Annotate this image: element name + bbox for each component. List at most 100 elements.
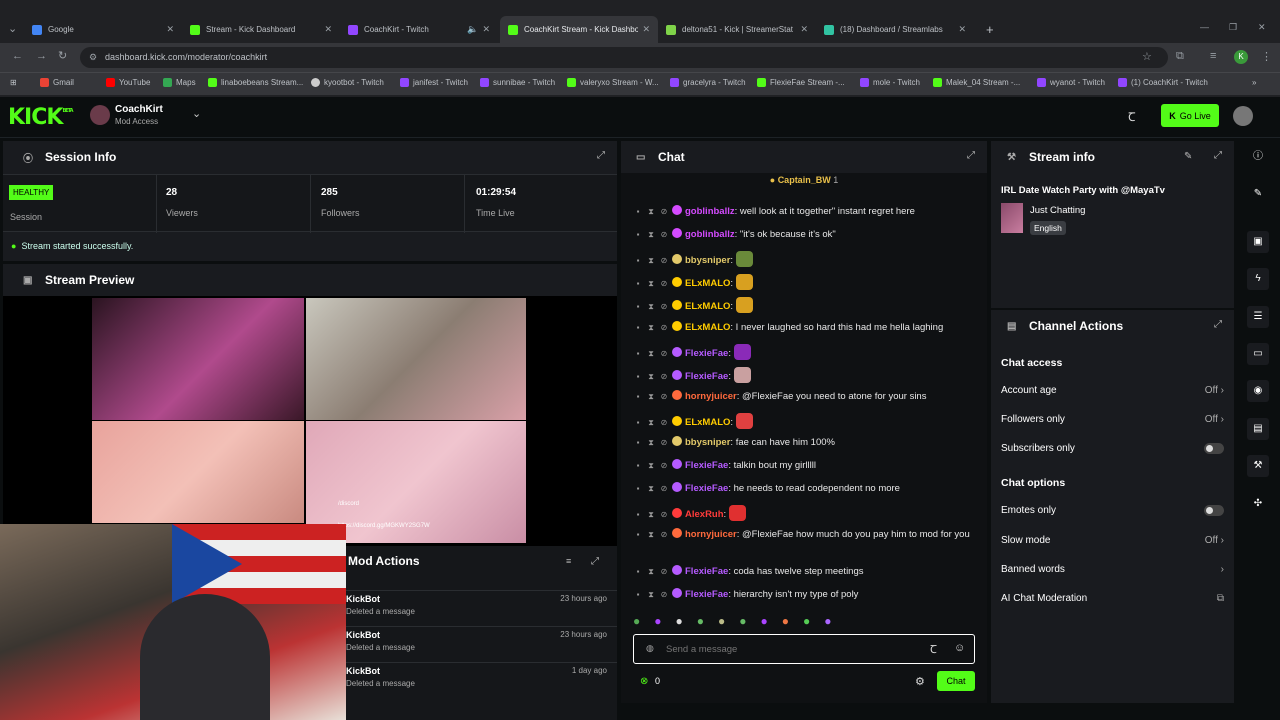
mute-icon[interactable]: 🔈 [467,24,478,35]
info-icon[interactable]: ⓘ [1247,146,1269,168]
chat-username[interactable]: ELxMALO [685,417,730,428]
delete-icon[interactable]: ▪ [633,459,643,472]
delete-icon[interactable]: ▪ [633,254,643,267]
emotes-only-toggle[interactable] [1204,505,1224,516]
delete-icon[interactable]: ▪ [633,390,643,403]
timeout-icon[interactable]: ⧗ [646,300,656,313]
bookmark-gmail[interactable]: Gmail [40,78,74,87]
tab-active-kick[interactable]: CoachKirt Stream - Kick Dashbo ✕ [500,16,658,43]
chat-username[interactable]: FlexieFae [685,460,728,471]
ban-icon[interactable]: ⊘ [659,370,669,383]
ban-icon[interactable]: ⊘ [659,528,669,541]
edit-icon[interactable]: ✎ [1184,151,1192,162]
ban-icon[interactable]: ⊘ [659,436,669,449]
bookmark-9[interactable]: Malek_04 Stream -... [933,78,1020,87]
extensions-icon[interactable]: ⧉ [1176,50,1184,63]
chat-username[interactable]: ELxMALO [685,301,730,312]
ban-icon[interactable]: ⊘ [659,254,669,267]
delete-icon[interactable]: ▪ [633,321,643,334]
bookmark-1[interactable]: linaboebeans Stream... [208,78,303,87]
chat-username[interactable]: FlexieFae [685,566,728,577]
chat-username[interactable]: bbysniper [685,255,730,266]
emote-icon[interactable]: ● [718,614,739,628]
bookmark-10[interactable]: wyanot - Twitch [1037,78,1105,87]
translate-icon[interactable]: Ꞇ [1128,108,1136,125]
ban-icon[interactable]: ⊘ [659,228,669,241]
close-icon[interactable]: ✕ [958,24,966,35]
expand-icon[interactable]: ⤢ [967,150,975,161]
slow-mode-row[interactable]: Slow mode Off › [1001,535,1224,546]
timeout-icon[interactable]: ⧗ [646,390,656,403]
bookmark-4[interactable]: sunnibae - Twitch [480,78,555,87]
wrench-icon[interactable]: ⚒ [1247,455,1269,477]
send-chat-button[interactable]: Chat [937,671,975,691]
delete-icon[interactable]: ▪ [633,205,643,218]
list-icon[interactable]: ☰ [1247,306,1269,328]
ai-moderation-row[interactable]: AI Chat Moderation ⧉ [1001,593,1224,604]
ban-icon[interactable]: ⊘ [659,565,669,578]
close-icon[interactable]: ✕ [324,24,332,35]
user-avatar[interactable] [1233,106,1253,126]
channel-dropdown-icon[interactable]: ⌄ [192,107,201,120]
timeout-icon[interactable]: ⧗ [646,588,656,601]
ban-icon[interactable]: ⊘ [659,300,669,313]
chat-username[interactable]: FlexieFae [685,589,728,600]
close-icon[interactable]: ✕ [642,24,650,35]
emote-icon[interactable]: ● [782,614,803,628]
delete-icon[interactable]: ▪ [633,300,643,313]
chat-username[interactable]: hornyjuicer [685,391,737,402]
timeout-icon[interactable]: ⧗ [646,347,656,360]
chat-username[interactable]: FlexieFae [685,483,728,494]
emote-icon[interactable]: ● [761,614,782,628]
chat-username[interactable]: hornyjuicer [685,529,737,540]
delete-icon[interactable]: ▪ [633,416,643,429]
tab-google[interactable]: Google ✕ [24,16,182,43]
delete-icon[interactable]: ▪ [633,565,643,578]
delete-icon[interactable]: ▪ [633,508,643,521]
timeout-icon[interactable]: ⧗ [646,254,656,267]
chat-username[interactable]: ELxMALO [685,278,730,289]
ban-icon[interactable]: ⊘ [659,416,669,429]
bookmark-3[interactable]: janifest - Twitch [400,78,468,87]
timeout-icon[interactable]: ⧗ [646,416,656,429]
chat-username[interactable]: FlexieFae [685,371,728,382]
subscribers-only-toggle[interactable] [1204,443,1224,454]
bookmark-maps[interactable]: Maps [163,78,196,87]
apps-icon[interactable]: ⊞ [10,78,17,87]
chat-username[interactable]: goblinballz [685,229,735,240]
bookmark-11[interactable]: (1) CoachKirt - Twitch [1118,78,1208,87]
chat-username[interactable]: ELxMALO [685,322,730,333]
chat-username[interactable]: goblinballz [685,206,735,217]
timeout-icon[interactable]: ⧗ [646,565,656,578]
chat-username[interactable]: AlexRuh [685,509,724,520]
bookmark-5[interactable]: valeryxo Stream - W... [567,78,659,87]
profile-avatar[interactable]: K [1234,50,1248,64]
followers-only-row[interactable]: Followers only Off › [1001,414,1224,425]
bookmark-6[interactable]: gracelyra - Twitch [670,78,746,87]
emoji-icon[interactable]: ☺ [954,642,965,654]
timeout-icon[interactable]: ⧗ [646,436,656,449]
timeout-icon[interactable]: ⧗ [646,459,656,472]
ban-icon[interactable]: ⊘ [659,459,669,472]
tab-twitch[interactable]: CoachKirt - Twitch 🔈 ✕ [340,16,498,43]
chat-username[interactable]: bbysniper [685,437,730,448]
emote-bar[interactable]: ●●●●●●●●●● [633,614,973,632]
bookmark-youtube[interactable]: YouTube [106,78,150,87]
close-icon[interactable]: ✕ [166,24,174,35]
go-live-button[interactable]: K Go Live [1161,104,1219,127]
bookmark-2[interactable]: kyootbot - Twitch [311,78,384,87]
folder-icon[interactable]: ▤ [1247,418,1269,440]
delete-icon[interactable]: ▪ [633,347,643,360]
timeout-icon[interactable]: ⧗ [646,321,656,334]
expand-icon[interactable]: ⤢ [591,556,599,567]
url-input[interactable]: ⚙ dashboard.kick.com/moderator/coachkirt [80,47,1168,68]
translate-icon[interactable]: Ꞇ [930,642,937,657]
close-window-icon[interactable]: ✕ [1258,22,1266,33]
emote-icon[interactable]: ● [697,614,718,628]
delete-icon[interactable]: ▪ [633,436,643,449]
emote-icon[interactable]: ● [739,614,760,628]
media-icon[interactable]: ≡ [1210,50,1216,62]
tab-streamlabs[interactable]: (18) Dashboard / Streamlabs ✕ [816,16,974,43]
timeout-icon[interactable]: ⧗ [646,228,656,241]
emote-icon[interactable]: ● [654,614,675,628]
